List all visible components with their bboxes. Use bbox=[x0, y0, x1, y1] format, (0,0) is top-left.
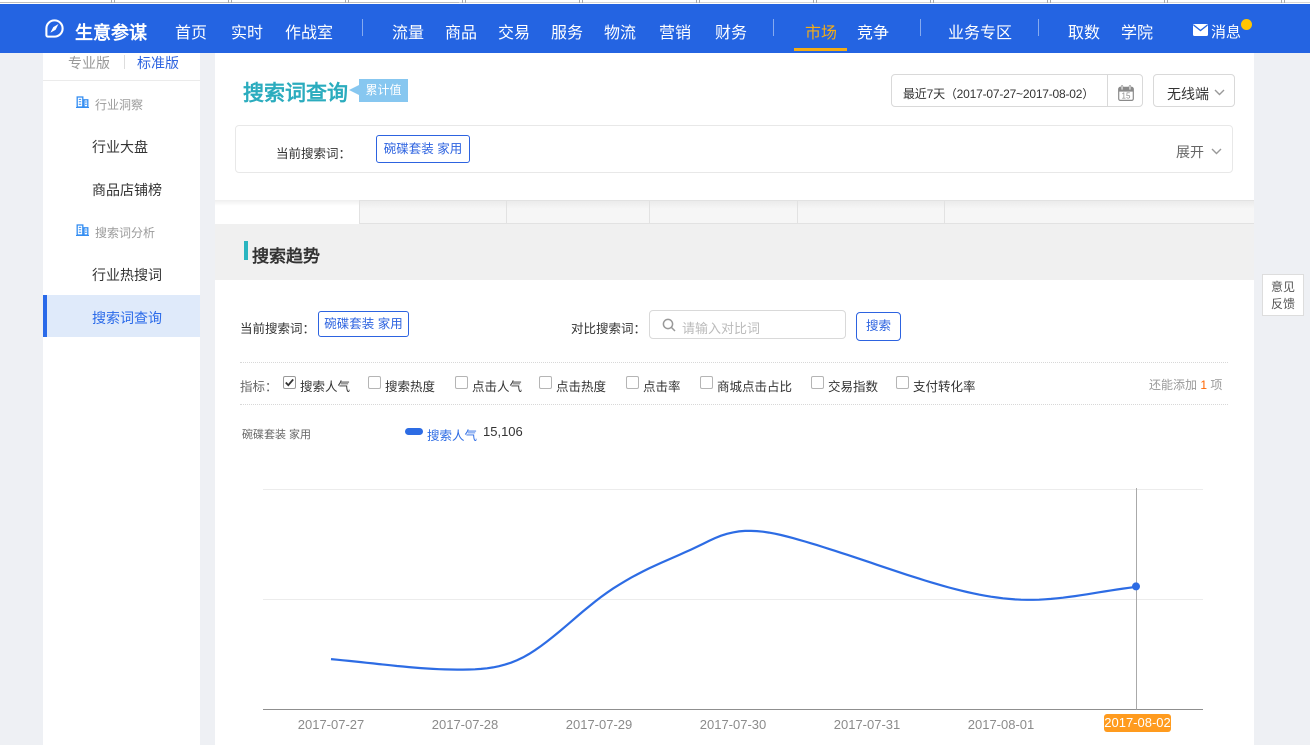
svg-text:15: 15 bbox=[1122, 92, 1131, 101]
